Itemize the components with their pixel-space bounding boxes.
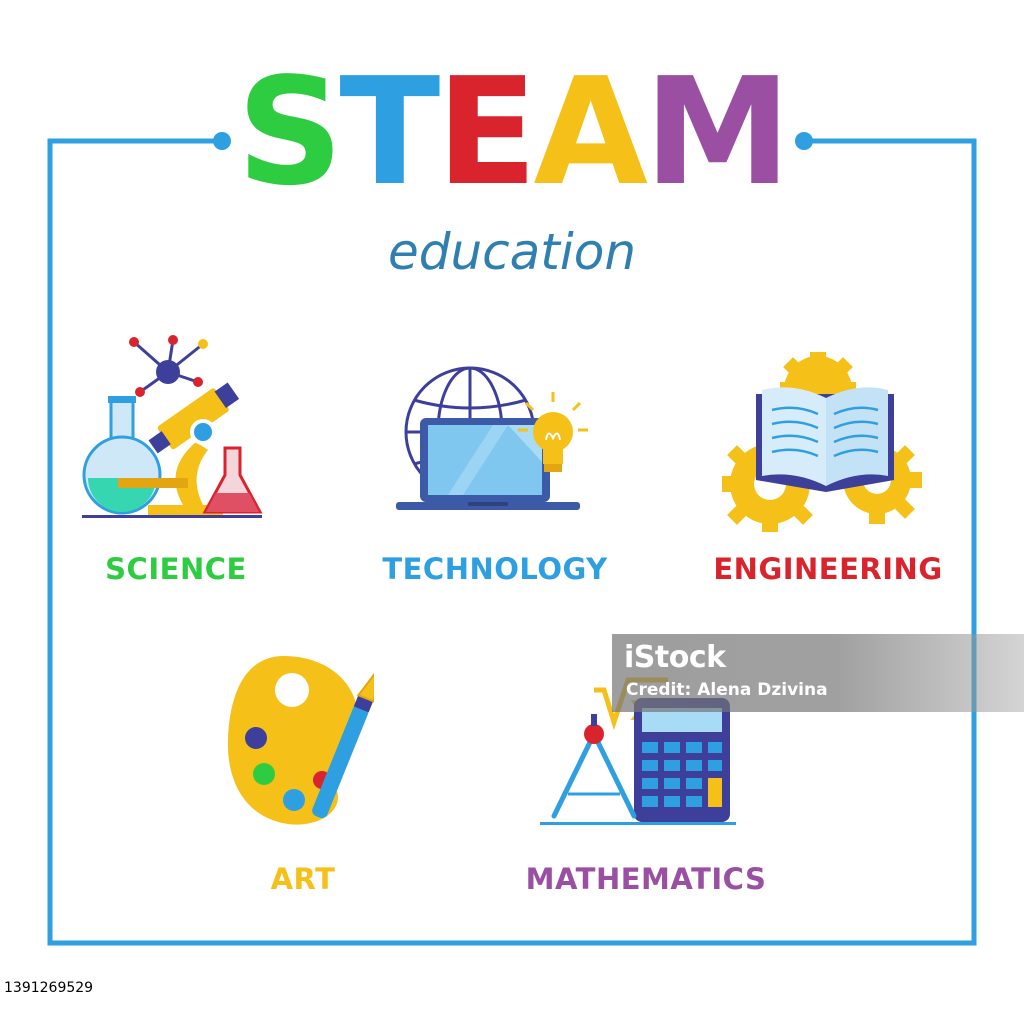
- title-letter-s: S: [236, 46, 344, 218]
- title-letter-a: A: [533, 46, 648, 218]
- watermark-banner: iStock Credit: Alena Dzivina: [612, 634, 1024, 712]
- subject-label-mathematics: MATHEMATICS: [525, 862, 767, 896]
- subject-label-art: ART: [270, 862, 336, 896]
- subject-label-science: SCIENCE: [105, 552, 247, 586]
- technology-icon: [396, 366, 588, 510]
- watermark-credit: Credit: Alena Dzivina: [626, 680, 828, 700]
- subtitle: education: [387, 223, 637, 281]
- title-letter-t: T: [339, 46, 440, 218]
- subject-label-engineering: ENGINEERING: [713, 552, 943, 586]
- subject-label-technology: TECHNOLOGY: [382, 552, 608, 586]
- engineering-icon: [722, 352, 922, 532]
- stock-id: 1391269529: [0, 978, 98, 998]
- watermark-logo: iStock: [624, 640, 726, 675]
- title-letter-m: M: [643, 46, 791, 218]
- page-title: STEAM: [0, 46, 1024, 218]
- art-icon: [227, 656, 374, 825]
- science-icon: [82, 335, 263, 518]
- title-letter-e: E: [436, 46, 537, 218]
